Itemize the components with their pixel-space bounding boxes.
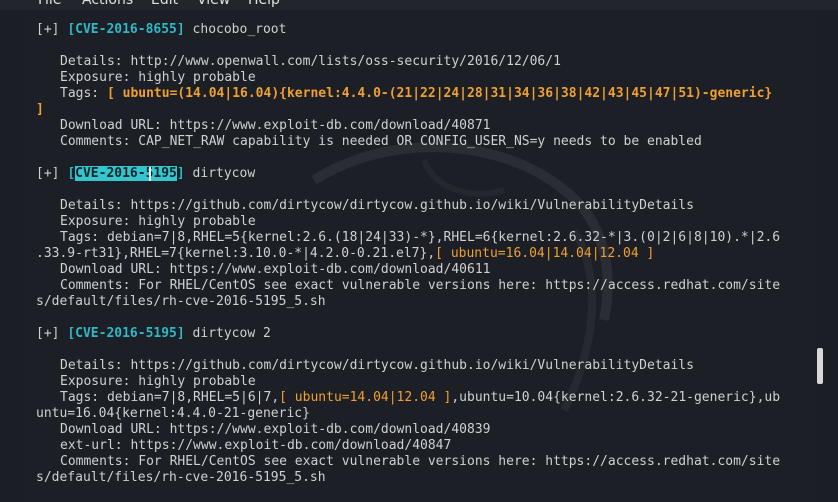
download-url-line: Download URL: https://www.exploit-db.com…	[60, 118, 491, 133]
comments-line-continued: s/default/files/rh-cve-2016-5195_5.sh	[36, 470, 326, 485]
details-line: Details: http://www.openwall.com/lists/o…	[60, 54, 561, 69]
cve-bracket-open: [	[67, 166, 76, 181]
scrollbar-track[interactable]	[816, 10, 838, 502]
entry-prefix: [+]	[36, 22, 68, 37]
menu-help[interactable]: Help	[248, 0, 280, 8]
tags-line: Tags: debian=7|8,RHEL=5{kernel:2.6.(18|2…	[60, 230, 781, 245]
entry-prefix: [+]	[36, 166, 68, 181]
scrollbar-thumb[interactable]	[817, 348, 823, 384]
tags-highlight: [ ubuntu=14.04|12.04 ]	[279, 390, 452, 405]
download-url-line: Download URL: https://www.exploit-db.com…	[60, 422, 491, 437]
cve-bracket-close: ]	[176, 166, 185, 181]
comments-line: Comments: For RHEL/CentOS see exact vuln…	[60, 454, 781, 469]
download-url-line: Download URL: https://www.exploit-db.com…	[60, 262, 491, 277]
ext-url-line: ext-url: https://www.exploit-db.com/down…	[60, 438, 452, 453]
details-line: Details: https://github.com/dirtycow/dir…	[60, 358, 694, 373]
cve-id: [CVE-2016-8655]	[67, 22, 185, 37]
exposure-line: Exposure: highly probable	[60, 374, 256, 389]
exposure-line: Exposure: highly probable	[60, 70, 256, 85]
details-line: Details: https://github.com/dirtycow/dir…	[60, 198, 694, 213]
exploit-name: dirtycow	[184, 166, 256, 181]
text-cursor-icon	[149, 167, 151, 181]
terminal-output[interactable]: [+] [CVE-2016-8655] chocobo_root Details…	[24, 10, 816, 502]
tags-line: Tags: debian=7|8,RHEL=5|6|7,[ ubuntu=14.…	[60, 390, 780, 406]
cve-id-selected: CVE-2016-5195	[75, 166, 177, 181]
entry-header: [+] [CVE-2016-8655] chocobo_root	[36, 22, 286, 38]
tags-line-continued: .33.9-rt31},RHEL=7{kernel:3.10.0-*|4.2.0…	[36, 246, 654, 262]
tags-plain: ,ubuntu=10.04{kernel:2.6.32-21-generic},…	[451, 390, 781, 405]
entry-prefix: [+]	[36, 326, 68, 341]
tags-plain: .33.9-rt31},RHEL=7{kernel:3.10.0-*|4.2.0…	[36, 246, 436, 261]
tags-line-continued: untu=16.04{kernel:4.4.0-21-generic}	[36, 406, 310, 421]
entry-header: [+] [CVE-2016-5195] dirtycow	[36, 166, 255, 182]
comments-line: Comments: CAP_NET_RAW capability is need…	[60, 134, 702, 149]
tags-highlight: [ ubuntu=16.04|14.04|12.04 ]	[435, 246, 655, 261]
tags-line: Tags: [ ubuntu=(14.04|16.04){kernel:4.4.…	[60, 86, 772, 102]
menu-file[interactable]: File	[38, 0, 61, 8]
comments-line-continued: s/default/files/rh-cve-2016-5195_5.sh	[36, 294, 326, 309]
tags-close-bracket: ]	[36, 102, 44, 117]
menu-view[interactable]: View	[197, 0, 230, 8]
menu-edit[interactable]: Edit	[151, 0, 178, 8]
menu-actions[interactable]: Actions	[82, 0, 133, 8]
comments-line: Comments: For RHEL/CentOS see exact vuln…	[60, 278, 781, 293]
menu-bar: File Actions Edit View Help	[0, 0, 838, 10]
tags-highlight: [ ubuntu=(14.04|16.04){kernel:4.4.0-(21|…	[106, 86, 773, 101]
exposure-line: Exposure: highly probable	[60, 214, 256, 229]
tags-plain: Tags: debian=7|8,RHEL=5|6|7,	[60, 390, 280, 405]
entry-header: [+] [CVE-2016-5195] dirtycow 2	[36, 326, 271, 342]
cve-id: [CVE-2016-5195]	[67, 326, 185, 341]
tags-label: Tags:	[60, 86, 107, 101]
exploit-name: dirtycow 2	[184, 326, 271, 341]
exploit-name: chocobo_root	[184, 22, 287, 37]
